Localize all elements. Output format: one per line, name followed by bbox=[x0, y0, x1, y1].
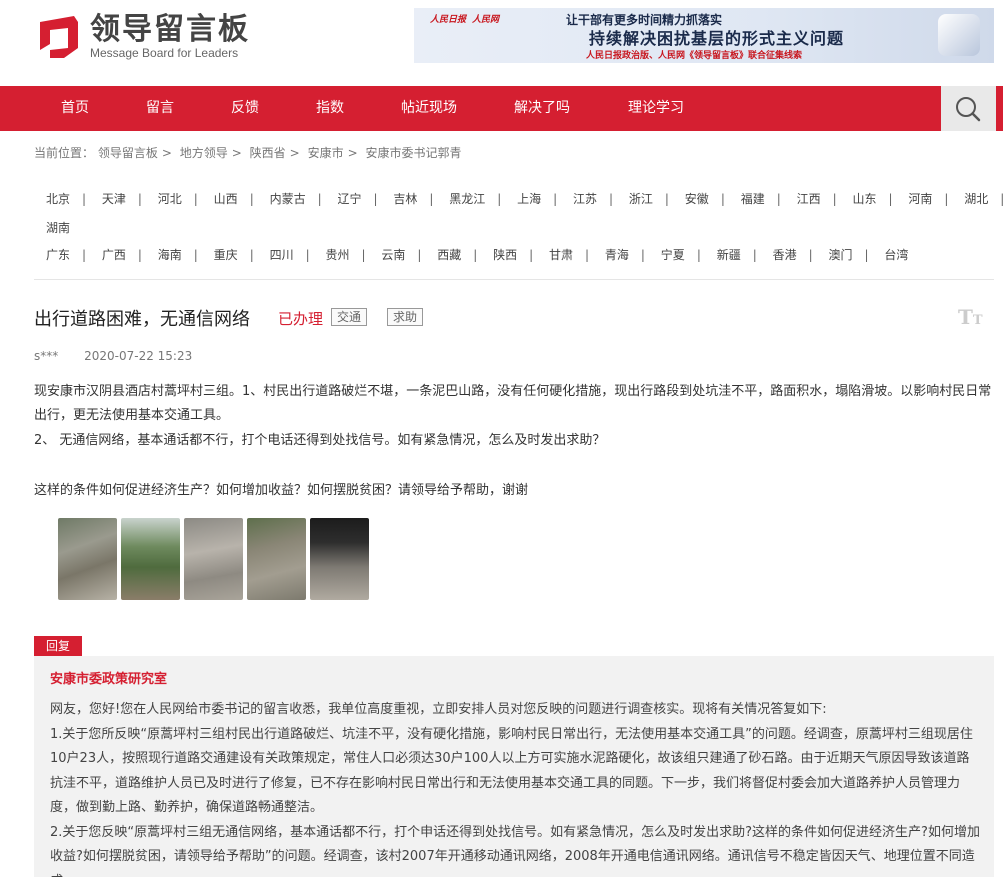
province-link[interactable]: 湖北 bbox=[964, 190, 988, 207]
province-link[interactable]: 河北 bbox=[158, 190, 182, 207]
photo-thumbnail-4[interactable] bbox=[247, 518, 306, 600]
photo-thumbnail-1[interactable] bbox=[58, 518, 117, 600]
nav-item-feedback[interactable]: 反馈 bbox=[231, 86, 259, 131]
province-link[interactable]: 贵州 bbox=[325, 246, 349, 263]
reply-label: 回复 bbox=[34, 636, 82, 656]
nav-item-on-site[interactable]: 帖近现场 bbox=[401, 86, 457, 131]
photo-thumbnail-2[interactable] bbox=[121, 518, 180, 600]
reply-body: 网友，您好!您在人民网给市委书记的留言收悉，我单位高度重视，立即安排人员对您反映… bbox=[50, 698, 980, 877]
province-link[interactable]: 陕西 bbox=[493, 246, 517, 263]
province-link[interactable]: 浙江 bbox=[629, 190, 653, 207]
nav-item-home[interactable]: 首页 bbox=[61, 86, 89, 131]
province-link[interactable]: 重庆 bbox=[214, 246, 238, 263]
breadcrumb-prefix: 当前位置： bbox=[34, 146, 95, 160]
province-link[interactable]: 甘肃 bbox=[549, 246, 573, 263]
photo-gallery bbox=[58, 518, 369, 600]
province-link[interactable]: 广东 bbox=[46, 246, 70, 263]
breadcrumb: 当前位置： 领导留言板 > 地方领导 > 陕西省 > 安康市 > 安康市委书记郭青 bbox=[34, 146, 462, 160]
banner-decoration-icon bbox=[938, 14, 980, 56]
font-size-icon[interactable]: TT bbox=[958, 305, 983, 329]
province-link[interactable]: 湖南 bbox=[46, 219, 70, 236]
post-author: s*** bbox=[34, 349, 59, 363]
province-link[interactable]: 宁夏 bbox=[661, 246, 685, 263]
province-link[interactable]: 山东 bbox=[852, 190, 876, 207]
banner-logos: 人民日报 人民网 bbox=[430, 12, 499, 25]
nav-item-theory[interactable]: 理论学习 bbox=[628, 86, 684, 131]
main-nav: 首页 留言 反馈 指数 帖近现场 解决了吗 理论学习 bbox=[0, 86, 1003, 131]
banner-headline-main: 持续解决困扰基层的形式主义问题 bbox=[589, 29, 845, 48]
post-body-paragraph-2: 2、 无通信网络，基本通话都不行，打个电话还得到处找信号。如有紧急情况，怎么及时… bbox=[34, 433, 606, 448]
post-date: 2020-07-22 15:23 bbox=[84, 349, 193, 363]
campaign-banner[interactable]: 人民日报 人民网 让干部有更多时间精力抓落实 持续解决困扰基层的形式主义问题 人… bbox=[414, 8, 994, 63]
section-divider bbox=[34, 279, 994, 280]
province-link[interactable]: 广西 bbox=[102, 246, 126, 263]
breadcrumb-item[interactable]: 领导留言板 bbox=[98, 146, 158, 160]
peoples-daily-logo: 人民日报 bbox=[430, 15, 467, 25]
reply-paragraph: 网友，您好!您在人民网给市委书记的留言收悉，我单位高度重视，立即安排人员对您反映… bbox=[50, 702, 827, 717]
breadcrumb-item[interactable]: 安康市 bbox=[308, 146, 344, 160]
search-button[interactable] bbox=[941, 86, 996, 131]
post-title: 出行道路困难，无通信网络 bbox=[34, 309, 250, 330]
reply-paragraph: 1.关于您所反映“原蒿坪村三组村民出行道路破烂、坑洼不平，没有硬化措施，影响村民… bbox=[50, 726, 973, 816]
photo-thumbnail-3[interactable] bbox=[184, 518, 243, 600]
province-link[interactable]: 四川 bbox=[270, 246, 294, 263]
reply-paragraph: 2.关于您反映“原蒿坪村三组无通信网络，基本通话都不行，打个申话还得到处找信号。… bbox=[50, 824, 980, 877]
tag-traffic[interactable]: 交通 bbox=[331, 308, 368, 326]
breadcrumb-item-current[interactable]: 安康市委书记郭青 bbox=[365, 146, 461, 160]
province-list-row-3: 广东 | 广西 | 海南 | 重庆 | 四川 | 贵州 | 云南 | 西藏 | 陕西 | 甘肃 | … bbox=[46, 246, 909, 263]
province-link[interactable]: 上海 bbox=[517, 190, 541, 207]
province-list-row-2: 湖南 bbox=[46, 219, 70, 236]
province-link[interactable]: 江西 bbox=[797, 190, 821, 207]
breadcrumb-item[interactable]: 地方领导 bbox=[180, 146, 228, 160]
province-link[interactable]: 河南 bbox=[908, 190, 932, 207]
logo-subtitle: Message Board for Leaders bbox=[90, 46, 239, 60]
post-body-paragraph-3: 这样的条件如何促进经济生产？如何增加收益？如何摆脱贫困？请领导给予帮助，谢谢 bbox=[34, 483, 529, 498]
banner-caption: 人民日报政治版、人民网《领导留言板》联合征集线索 bbox=[586, 51, 803, 61]
province-link[interactable]: 北京 bbox=[46, 190, 70, 207]
status-badge: 已办理 bbox=[278, 310, 324, 328]
province-link[interactable]: 山西 bbox=[214, 190, 238, 207]
province-link[interactable]: 香港 bbox=[773, 246, 797, 263]
province-link[interactable]: 吉林 bbox=[393, 190, 417, 207]
post-body-paragraph-1: 现安康市汉阴县酒店村蒿坪村三组。1、村民出行道路破烂不堪，一条泥巴山路，没有任何… bbox=[34, 384, 992, 423]
site-logo[interactable]: 领导留言板 Message Board for Leaders bbox=[36, 14, 250, 60]
logo-title: 领导留言板 bbox=[90, 12, 250, 47]
search-icon bbox=[956, 97, 981, 122]
nav-item-index[interactable]: 指数 bbox=[316, 86, 344, 131]
province-list-row-1: 北京 | 天津 | 河北 | 山西 | 内蒙古 | 辽宁 | 吉林 | 黑龙江 | 上海 | 江苏… bbox=[46, 190, 1003, 207]
nav-item-message[interactable]: 留言 bbox=[146, 86, 174, 131]
province-link[interactable]: 江苏 bbox=[573, 190, 597, 207]
province-link[interactable]: 海南 bbox=[158, 246, 182, 263]
province-link[interactable]: 台湾 bbox=[884, 246, 908, 263]
logo-mark-icon bbox=[36, 14, 82, 60]
post-meta: s*** 2020-07-22 15:23 bbox=[34, 349, 192, 363]
province-link[interactable]: 安徽 bbox=[685, 190, 709, 207]
province-link[interactable]: 辽宁 bbox=[337, 190, 361, 207]
province-link[interactable]: 青海 bbox=[605, 246, 629, 263]
province-link[interactable]: 天津 bbox=[102, 190, 126, 207]
photo-thumbnail-5[interactable] bbox=[310, 518, 369, 600]
province-link[interactable]: 新疆 bbox=[717, 246, 741, 263]
province-link[interactable]: 内蒙古 bbox=[270, 190, 306, 207]
nav-item-solved[interactable]: 解决了吗 bbox=[514, 86, 570, 131]
breadcrumb-item[interactable]: 陕西省 bbox=[250, 146, 286, 160]
province-link[interactable]: 云南 bbox=[381, 246, 405, 263]
province-link[interactable]: 西藏 bbox=[437, 246, 461, 263]
site-header: 领导留言板 Message Board for Leaders 人民日报 人民网… bbox=[0, 0, 1003, 86]
province-link[interactable]: 澳门 bbox=[828, 246, 852, 263]
reply-organization: 安康市委政策研究室 bbox=[50, 672, 168, 687]
tag-help[interactable]: 求助 bbox=[387, 308, 424, 326]
province-link[interactable]: 福建 bbox=[741, 190, 765, 207]
people-cn-logo: 人民网 bbox=[472, 15, 500, 25]
province-link[interactable]: 黑龙江 bbox=[449, 190, 485, 207]
